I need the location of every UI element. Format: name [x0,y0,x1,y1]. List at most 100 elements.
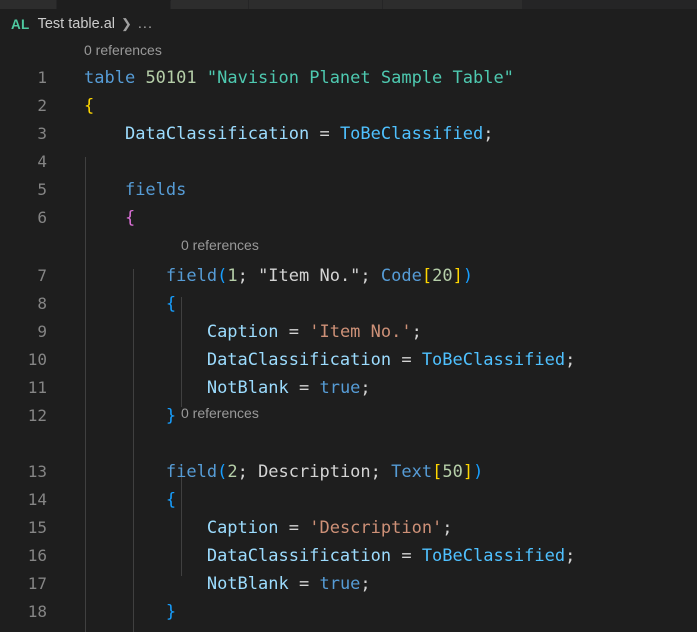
code-line-content[interactable]: NotBlank = true; [84,374,371,402]
line-number: 9 [37,322,47,341]
code-token: 2 [227,462,238,482]
code-line[interactable]: 15 Caption = 'Description'; [0,514,697,542]
code-line[interactable]: 10 DataClassification = ToBeClassified; [0,346,697,374]
code-line-content[interactable]: fields [84,176,186,204]
code-token: ; [237,462,259,482]
code-line[interactable]: 3 DataClassification = ToBeClassified; [0,120,697,148]
editor-tab[interactable] [383,0,523,9]
code-line-content[interactable]: DataClassification = ToBeClassified; [84,542,576,570]
code-line-content[interactable]: } [84,598,176,626]
line-number: 12 [27,406,47,425]
code-token: Description [258,462,371,482]
code-line[interactable]: 8 { [0,290,697,318]
code-line-content[interactable]: { [84,486,176,514]
code-token: "Navision Planet Sample Table" [206,68,514,88]
code-line[interactable]: 13 field(2; Description; Text[50]) [0,458,697,486]
code-token: = [288,518,299,538]
line-number: 4 [37,152,47,171]
line-number: 1 [37,68,47,87]
code-line[interactable]: 4 [0,148,697,176]
code-line[interactable]: 18 } [0,598,697,626]
line-number: 15 [27,518,47,537]
code-token: { [84,96,95,116]
line-number: 7 [37,266,47,285]
code-token: Caption [206,322,279,342]
line-number: 8 [37,294,47,313]
code-line[interactable]: 11 NotBlank = true; [0,374,697,402]
code-token: 1 [227,266,238,286]
code-line[interactable]: 2{ [0,92,697,120]
code-surface[interactable]: 0 references 0 references 0 references 1 tab… [0,39,697,632]
code-token: [ [421,266,433,286]
code-token: 50 [442,462,463,482]
code-line-content[interactable]: } [84,402,176,430]
editor-tab[interactable] [57,0,171,9]
code-token: ; [483,124,494,144]
code-token: ; [565,350,576,370]
codelens-references[interactable]: 0 references [181,234,259,256]
code-line-content[interactable]: Caption = 'Description'; [84,514,453,542]
editor-tab-strip[interactable] [0,0,697,9]
code-token: ; [360,266,381,286]
code-line[interactable]: 9 Caption = 'Item No.'; [0,318,697,346]
breadcrumb[interactable]: AL Test table.al ❯ ... [0,9,697,39]
code-token: ; [442,518,453,538]
line-number: 6 [37,208,47,227]
code-token: ; [370,462,392,482]
code-line-content[interactable]: { [84,92,94,120]
code-token: NotBlank [206,378,289,398]
editor-tab[interactable] [171,0,249,9]
editor-tab[interactable] [249,0,383,9]
code-token: DataClassification [206,350,392,370]
code-line-content[interactable]: NotBlank = true; [84,570,371,598]
code-token: ; [237,266,259,286]
code-line-content[interactable]: table 50101 "Navision Planet Sample Tabl… [84,64,514,92]
code-token: ToBeClassified [339,124,484,144]
code-token: Code [380,266,422,286]
line-number: 14 [27,490,47,509]
code-editor[interactable]: 0 references 0 references 0 references 1 tab… [0,39,697,632]
breadcrumb-file-name[interactable]: Test table.al [38,16,115,32]
code-line-content[interactable]: field(1; "Item No."; Code[20]) [84,262,473,290]
line-number: 17 [27,574,47,593]
code-line[interactable]: 6 { [0,204,697,232]
code-token: ( [217,462,228,482]
editor-tab[interactable] [0,0,57,9]
code-line-content[interactable]: Caption = 'Item No.'; [84,318,422,346]
code-token: ; [360,378,371,398]
code-line[interactable]: 5 fields [0,176,697,204]
breadcrumb-overflow[interactable]: ... [138,16,153,32]
line-number: 3 [37,124,47,143]
code-line-content[interactable]: DataClassification = ToBeClassified; [84,346,576,374]
code-token: NotBlank [206,574,289,594]
code-line[interactable]: 17 NotBlank = true; [0,570,697,598]
code-token: DataClassification [124,124,310,144]
code-line-content[interactable]: field(2; Description; Text[50]) [84,458,483,486]
code-line[interactable]: 7 field(1; "Item No."; Code[20]) [0,262,697,290]
code-line[interactable]: 1 table 50101 "Navision Planet Sample Tab… [0,64,697,92]
code-line-content[interactable]: DataClassification = ToBeClassified; [84,120,494,148]
code-line-content[interactable]: { [84,290,176,318]
code-line[interactable]: 12 } [0,402,697,430]
code-line[interactable]: 14 { [0,486,697,514]
codelens-references[interactable]: 0 references [84,39,162,61]
code-token: } [165,602,177,622]
code-line[interactable]: 16 DataClassification = ToBeClassified; [0,542,697,570]
code-line-content[interactable]: { [84,204,135,232]
